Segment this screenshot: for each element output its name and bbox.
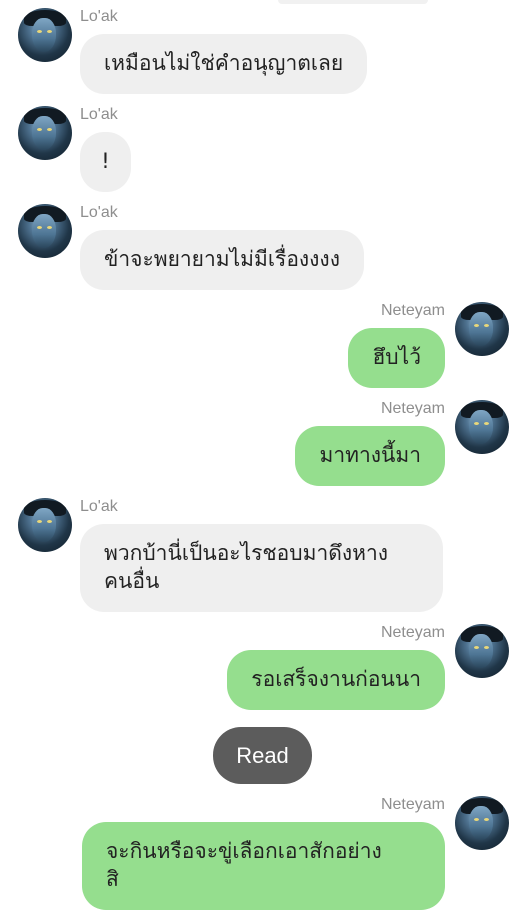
message-bubble[interactable]: จะกินหรือจะขู่เลือกเอาสักอย่าง สิ: [82, 822, 445, 910]
message-bubble[interactable]: มาทางนี้มา: [295, 426, 445, 486]
sender-name: Lo'ak: [80, 106, 118, 123]
avatar[interactable]: [18, 8, 72, 62]
avatar[interactable]: [18, 498, 72, 552]
avatar[interactable]: [455, 624, 509, 678]
avatar[interactable]: [18, 106, 72, 160]
avatar[interactable]: [455, 400, 509, 454]
message-bubble[interactable]: รอเสร็จงานก่อนนา: [227, 650, 445, 710]
previous-message-edge: [278, 0, 428, 4]
message-bubble[interactable]: ข้าจะพยายามไม่มีเรื่องงงง: [80, 230, 364, 290]
message-bubble[interactable]: !: [80, 132, 131, 192]
avatar[interactable]: [18, 204, 72, 258]
sender-name: Neteyam: [380, 400, 445, 417]
sender-name: Neteyam: [380, 302, 445, 319]
message-bubble[interactable]: ฮึบไว้: [348, 328, 445, 388]
sender-name: Lo'ak: [80, 498, 118, 515]
sender-name: Neteyam: [380, 796, 445, 813]
avatar[interactable]: [455, 302, 509, 356]
read-status-badge: Read: [213, 727, 312, 784]
sender-name: Neteyam: [380, 624, 445, 641]
message-bubble[interactable]: เหมือนไม่ใช่คำอนุญาตเลย: [80, 34, 368, 94]
sender-name: Lo'ak: [80, 8, 118, 25]
avatar[interactable]: [455, 796, 509, 850]
sender-name: Lo'ak: [80, 204, 118, 221]
message-bubble[interactable]: พวกบ้านี่เป็นอะไรชอบมาดึงหาง คนอื่น: [80, 524, 443, 612]
